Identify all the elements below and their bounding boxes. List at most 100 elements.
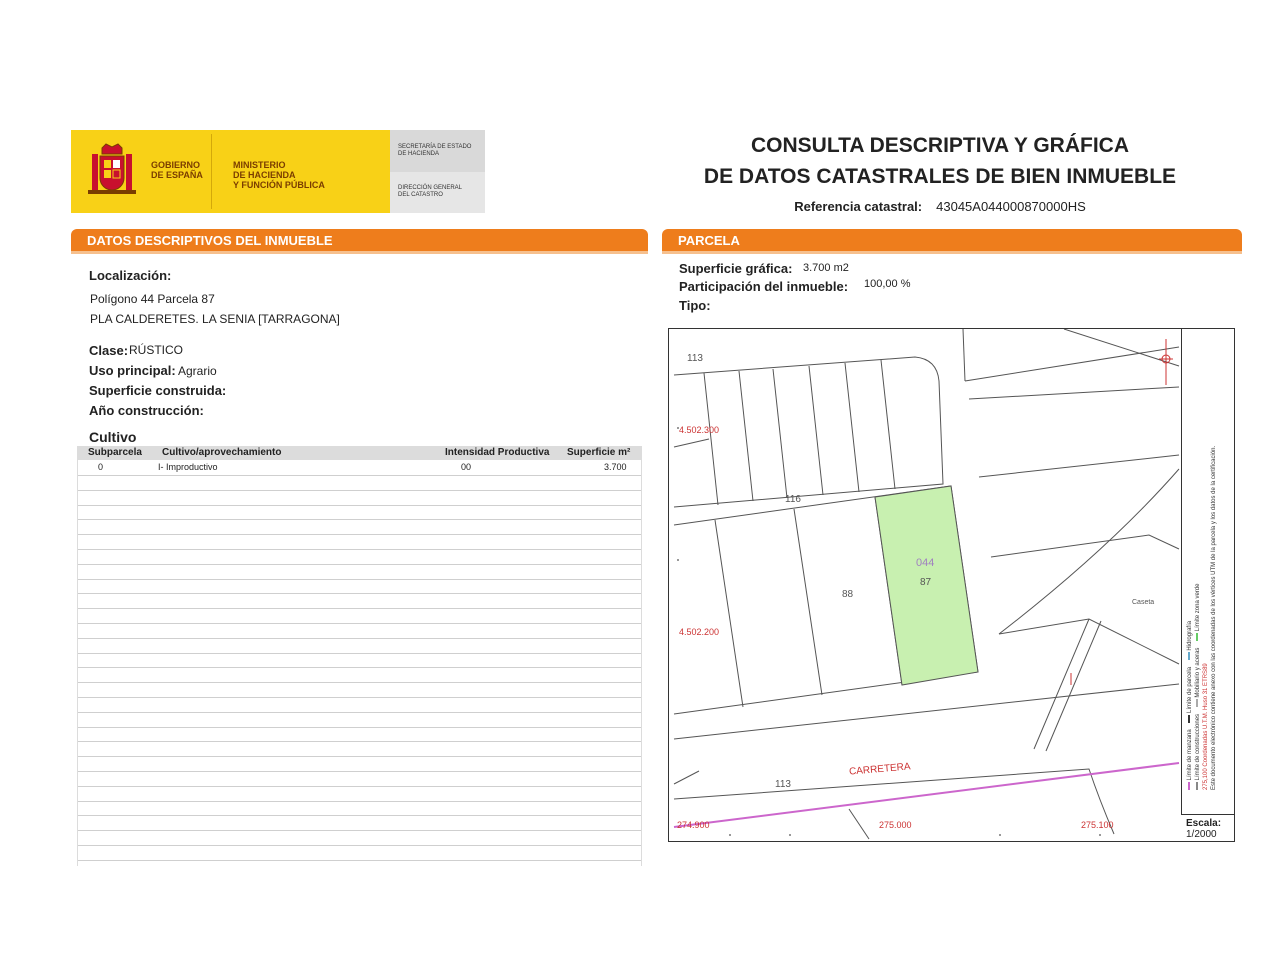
- legend-construcciones: Límite de construcciones: [1195, 713, 1201, 781]
- cadastral-map[interactable]: 113 116 044 87 88 Caseta CARRETERA 113 4…: [668, 328, 1235, 842]
- legend-hidrografia-icon: [1188, 652, 1191, 661]
- cell-intensidad: 00: [461, 462, 472, 472]
- section-header-underline: [662, 251, 1242, 254]
- legend-hidrografia: Hidrografía: [1187, 620, 1193, 651]
- legend-utm: 275,100 Coordenadas U.T.M. Huso 31 ETRS8…: [1203, 663, 1209, 790]
- table-rule-line: [77, 608, 642, 609]
- legend-bottom-rule: [1181, 814, 1234, 815]
- legend-manzana-icon: [1188, 782, 1191, 790]
- legend-nota: Este documento electrónico contiene anex…: [1211, 445, 1217, 790]
- escala-value: 1/2000: [1186, 829, 1217, 840]
- legend-zona-verde-icon: [1196, 632, 1199, 641]
- map-coord-y1: 4.502.300: [679, 425, 720, 435]
- logo-ministerio-text: MINISTERIO DE HACIENDA Y FUNCIÓN PÚBLICA: [233, 160, 325, 190]
- section-header-underline: [71, 251, 648, 254]
- legend-parcela: Límite de parcela: [1187, 666, 1193, 713]
- table-rule-line: [77, 475, 642, 476]
- map-label-113-top: 113: [687, 353, 703, 364]
- uso-label: Uso principal:: [89, 363, 176, 378]
- map-coord-x3: 275.100: [1081, 820, 1114, 830]
- participacion-value: 100,00 %: [864, 278, 911, 290]
- table-rule-line: [77, 756, 642, 757]
- table-rule-line: [77, 623, 642, 624]
- page-title-line1: CONSULTA DESCRIPTIVA Y GRÁFICA: [750, 134, 1130, 157]
- col-subparcela: Subparcela: [88, 447, 142, 458]
- table-rule-line: [77, 564, 642, 565]
- table-rule-line: [77, 815, 642, 816]
- table-rule-line: [77, 741, 642, 742]
- legend-divider: [1181, 328, 1182, 814]
- col-intensidad: Intensidad Productiva: [445, 447, 550, 458]
- section-header-parcela: PARCELA: [662, 229, 1242, 251]
- escala-label: Escala:: [1186, 818, 1222, 829]
- table-row: 0 I- Improductivo 00 3.700: [77, 461, 642, 475]
- table-right-border: [641, 446, 642, 866]
- table-rule-line: [77, 653, 642, 654]
- table-rule-line: [77, 712, 642, 713]
- page-title-line2: DE DATOS CATASTRALES DE BIEN INMUEBLE: [703, 165, 1177, 188]
- map-legend: Límite de manzana Límite de parcela Hidr…: [1186, 310, 1232, 790]
- superficie-grafica-value: 3.700 m2: [803, 262, 849, 274]
- map-label-113-bottom: 113: [775, 779, 791, 790]
- map-label-044: 044: [916, 557, 935, 569]
- cell-subparcela: 0: [98, 462, 104, 472]
- col-cultivo: Cultivo/aprovechamiento: [162, 447, 282, 458]
- localizacion-line1: Polígono 44 Parcela 87: [90, 292, 215, 306]
- table-rule-line: [77, 786, 642, 787]
- table-rule-line: [77, 860, 642, 861]
- map-coord-y2: 4.502.200: [679, 627, 720, 637]
- ref-value: 43045A044000870000HS: [936, 199, 1086, 214]
- logo-secretaria-text: SECRETARÍA DE ESTADO DE HACIENDA: [398, 144, 472, 157]
- cultivo-table-header: Subparcela Cultivo/aprovechamiento Inten…: [77, 446, 642, 460]
- legend-zona-verde: Límite zona verde: [1195, 583, 1201, 632]
- map-scale: Escala: 1/2000: [1186, 818, 1221, 840]
- map-label-parcel-88: 88: [842, 589, 854, 600]
- legend-mobiliario: Mobiliario y aceras: [1195, 647, 1201, 698]
- map-drawing: [673, 329, 1180, 840]
- legend-mobiliario-icon: [1196, 699, 1199, 708]
- table-rule-line: [77, 593, 642, 594]
- table-left-border: [77, 446, 78, 866]
- section-header-datos: DATOS DESCRIPTIVOS DEL INMUEBLE: [71, 229, 648, 251]
- superficie-construida-label: Superficie construida:: [89, 383, 227, 398]
- cell-cultivo: I- Improductivo: [158, 462, 218, 472]
- map-label-caseta: Caseta: [1132, 599, 1155, 606]
- table-rule-line: [77, 697, 642, 698]
- col-superficie: Superficie m²: [567, 447, 631, 458]
- logo-gobierno-text: GOBIERNO DE ESPAÑA: [151, 160, 203, 180]
- logo-divider: [211, 134, 212, 209]
- table-rule-line: [77, 667, 642, 668]
- referencia-catastral: Referencia catastral: 43045A044000870000H…: [660, 199, 1220, 214]
- coat-of-arms-icon: [88, 143, 136, 194]
- table-rule-line: [77, 549, 642, 550]
- map-label-116: 116: [785, 494, 801, 505]
- table-rule-line: [77, 490, 642, 491]
- table-rule-line: [77, 519, 642, 520]
- table-rule-line: [77, 682, 642, 683]
- table-rule-line: [77, 845, 642, 846]
- cell-superficie: 3.700: [604, 462, 627, 472]
- table-rule-line: [77, 801, 642, 802]
- map-coord-x2: 275.000: [879, 820, 912, 830]
- uso-value: Agrario: [178, 364, 217, 378]
- localizacion-line2: PLA CALDERETES. LA SENIA [TARRAGONA]: [90, 312, 340, 326]
- participacion-label: Participación del inmueble:: [679, 279, 849, 294]
- table-rule-line: [77, 830, 642, 831]
- legend-parcela-icon: [1188, 714, 1191, 723]
- table-rule-line: [77, 771, 642, 772]
- cultivo-label: Cultivo: [89, 429, 137, 445]
- superficie-grafica-label: Superficie gráfica:: [679, 261, 793, 276]
- table-rule-line: [77, 534, 642, 535]
- map-coord-x1: 274.900: [677, 820, 710, 830]
- tipo-label: Tipo:: [679, 298, 711, 313]
- legend-manzana: Límite de manzana: [1187, 729, 1193, 781]
- map-label-parcel-87: 87: [920, 577, 932, 588]
- table-rule-line: [77, 727, 642, 728]
- table-rule-line: [77, 638, 642, 639]
- localizacion-label: Localización:: [89, 268, 172, 283]
- logo-direccion-text: DIRECCIÓN GENERAL DEL CATASTRO: [398, 185, 463, 198]
- ref-label: Referencia catastral:: [794, 199, 923, 214]
- table-rule-line: [77, 505, 642, 506]
- table-rule-line: [77, 579, 642, 580]
- legend-construcciones-icon: [1196, 782, 1199, 790]
